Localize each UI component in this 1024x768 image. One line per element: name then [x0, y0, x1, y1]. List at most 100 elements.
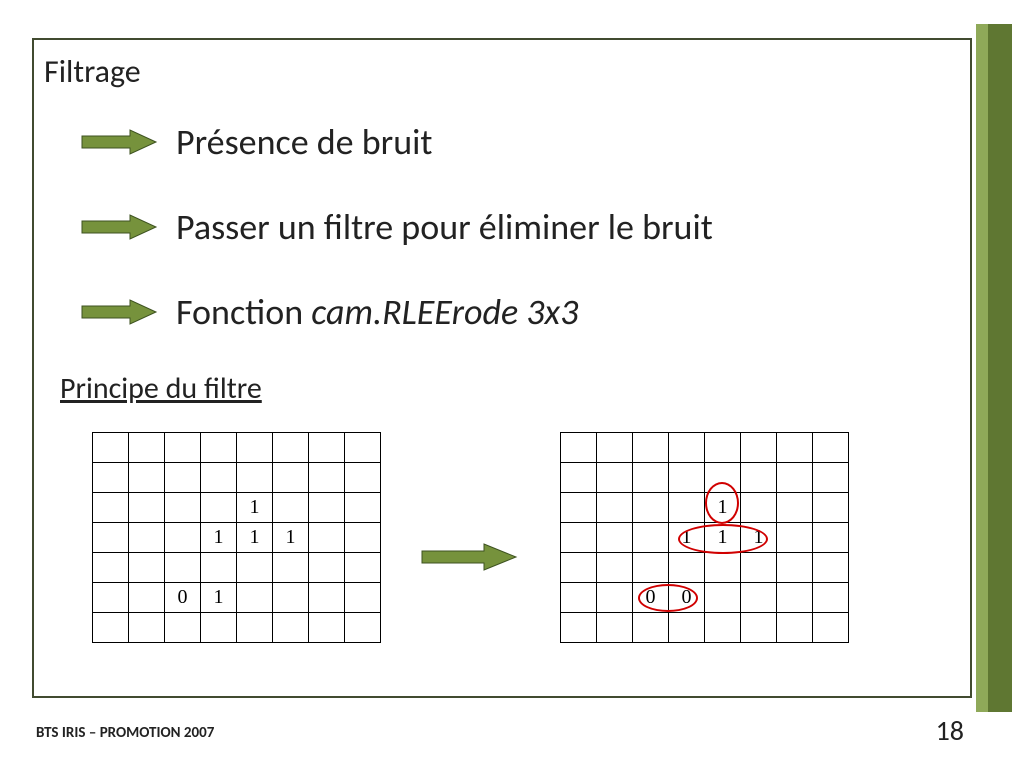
grid-cell — [741, 583, 777, 613]
bullet-2: Passer un filtre pour éliminer le bruit — [80, 205, 713, 249]
grid-cell — [345, 493, 381, 523]
bullet-3-italic: cam.RLEErode 3x3 — [311, 290, 578, 334]
bullet-1-text: Présence de bruit — [176, 120, 432, 164]
grid-cell — [345, 553, 381, 583]
grid-cell — [813, 553, 849, 583]
arrow-icon — [420, 540, 518, 574]
grid-cell — [741, 463, 777, 493]
grid-cell: 1 — [201, 583, 237, 613]
grid-cell — [561, 613, 597, 643]
grid-cell — [597, 613, 633, 643]
grid-cell — [741, 493, 777, 523]
grid-cell — [129, 583, 165, 613]
grid-cell — [561, 493, 597, 523]
grid-cell — [165, 493, 201, 523]
grid-cell — [669, 613, 705, 643]
grid-cell — [813, 613, 849, 643]
grid-cell — [309, 553, 345, 583]
grid-cell — [741, 613, 777, 643]
grid-cell — [777, 583, 813, 613]
grid-cell — [597, 433, 633, 463]
grid-cell — [669, 553, 705, 583]
grid-cell — [129, 523, 165, 553]
grid-cell — [669, 463, 705, 493]
slide-title: Filtrage — [44, 52, 141, 91]
grid-cell — [669, 493, 705, 523]
grid-cell — [273, 493, 309, 523]
grid-cell — [237, 433, 273, 463]
grid-cell — [273, 433, 309, 463]
grid-cell — [777, 433, 813, 463]
grid-cell — [813, 493, 849, 523]
accent-bar — [976, 24, 1012, 712]
grid-left: 111101 — [92, 432, 381, 643]
grid-cell — [129, 463, 165, 493]
grid-cell — [633, 463, 669, 493]
grid-cell — [345, 583, 381, 613]
grid-cell — [813, 463, 849, 493]
grid-cell — [741, 553, 777, 583]
grid-cell — [309, 463, 345, 493]
grid-cell: 1 — [741, 523, 777, 553]
grid-cell — [165, 553, 201, 583]
bullet-2-text: Passer un filtre pour éliminer le bruit — [176, 205, 713, 249]
arrow-icon — [80, 126, 158, 158]
grid-cell — [597, 463, 633, 493]
bullet-3-text: Fonction cam.RLEErode 3x3 — [176, 290, 578, 334]
grid-cell: 1 — [273, 523, 309, 553]
subheading: Principe du filtre — [60, 370, 262, 407]
grid-cell — [165, 463, 201, 493]
grid-cell: 1 — [705, 493, 741, 523]
grid-cell: 1 — [705, 523, 741, 553]
grid-cell — [813, 523, 849, 553]
grid-cell — [93, 553, 129, 583]
grid-cell — [129, 613, 165, 643]
grid-cell — [201, 433, 237, 463]
grid-cell: 0 — [633, 583, 669, 613]
grid-cell: 1 — [669, 523, 705, 553]
grid-cell — [561, 553, 597, 583]
grid-cell — [201, 613, 237, 643]
grid-cell — [777, 463, 813, 493]
grid-cell — [345, 613, 381, 643]
grid-cell — [237, 463, 273, 493]
grid-cell — [597, 553, 633, 583]
arrow-icon — [80, 296, 158, 328]
grid-cell: 1 — [237, 523, 273, 553]
grid-cell — [633, 553, 669, 583]
grid-cell — [93, 613, 129, 643]
grid-cell — [309, 493, 345, 523]
grid-cell — [165, 613, 201, 643]
grid-cell — [777, 613, 813, 643]
grid-cell — [597, 493, 633, 523]
grid-cell — [597, 523, 633, 553]
grid-cell — [345, 433, 381, 463]
grid-cell — [93, 523, 129, 553]
grid-cell — [345, 463, 381, 493]
grid-cell — [309, 433, 345, 463]
grid-cell — [129, 553, 165, 583]
grid-cell — [309, 583, 345, 613]
grid-cell — [561, 463, 597, 493]
grid-cell — [129, 433, 165, 463]
grid-cell — [93, 463, 129, 493]
bullet-3: Fonction cam.RLEErode 3x3 — [80, 290, 578, 334]
grid-cell — [561, 433, 597, 463]
bullet-1: Présence de bruit — [80, 120, 432, 164]
grid-cell — [237, 583, 273, 613]
grid-cell — [705, 463, 741, 493]
grid-cell — [777, 553, 813, 583]
grid-cell — [705, 433, 741, 463]
grid-cell — [309, 523, 345, 553]
grid-cell — [201, 463, 237, 493]
grid-cell — [813, 433, 849, 463]
grid-cell — [705, 583, 741, 613]
grid-cell — [201, 493, 237, 523]
grid-cell — [561, 583, 597, 613]
grid-cell — [273, 613, 309, 643]
grid-cell — [705, 553, 741, 583]
grid-cell — [345, 523, 381, 553]
grid-cell — [129, 493, 165, 523]
grid-cell: 1 — [201, 523, 237, 553]
grid-cell — [237, 613, 273, 643]
